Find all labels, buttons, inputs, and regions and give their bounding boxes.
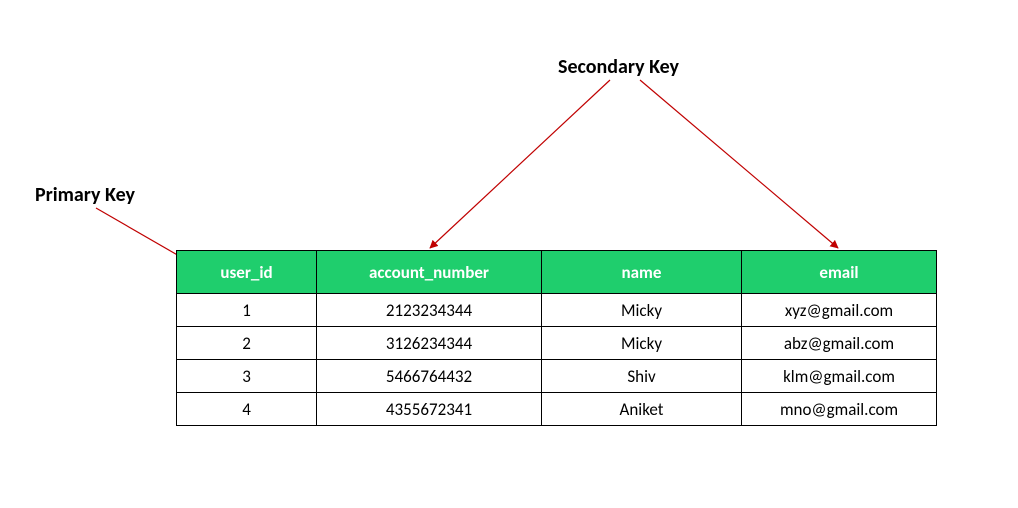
cell-name: Aniket — [542, 393, 742, 426]
table-row: 3 5466764432 Shiv klm@gmail.com — [177, 360, 937, 393]
cell-user-id: 1 — [177, 294, 317, 327]
table-row: 1 2123234344 Micky xyz@gmail.com — [177, 294, 937, 327]
table-row: 2 3126234344 Micky abz@gmail.com — [177, 327, 937, 360]
table-header-row: user_id account_number name email — [177, 251, 937, 294]
cell-email: xyz@gmail.com — [742, 294, 937, 327]
col-header-email: email — [742, 251, 937, 294]
cell-name: Shiv — [542, 360, 742, 393]
cell-account-number: 2123234344 — [317, 294, 542, 327]
cell-name: Micky — [542, 294, 742, 327]
primary-key-label: Primary Key — [35, 183, 135, 207]
cell-account-number: 4355672341 — [317, 393, 542, 426]
cell-email: klm@gmail.com — [742, 360, 937, 393]
arrow-secondary-right — [640, 80, 838, 248]
cell-user-id: 2 — [177, 327, 317, 360]
data-table: user_id account_number name email 1 2123… — [176, 250, 937, 426]
cell-user-id: 3 — [177, 360, 317, 393]
cell-account-number: 5466764432 — [317, 360, 542, 393]
cell-account-number: 3126234344 — [317, 327, 542, 360]
table-row: 4 4355672341 Aniket mno@gmail.com — [177, 393, 937, 426]
arrow-secondary-left — [430, 80, 610, 248]
col-header-account-number: account_number — [317, 251, 542, 294]
cell-email: abz@gmail.com — [742, 327, 937, 360]
secondary-key-label: Secondary Key — [558, 55, 679, 79]
col-header-name: name — [542, 251, 742, 294]
diagram-stage: Primary Key Secondary Key user_id accoun… — [0, 0, 1018, 508]
cell-email: mno@gmail.com — [742, 393, 937, 426]
col-header-user-id: user_id — [177, 251, 317, 294]
cell-user-id: 4 — [177, 393, 317, 426]
cell-name: Micky — [542, 327, 742, 360]
